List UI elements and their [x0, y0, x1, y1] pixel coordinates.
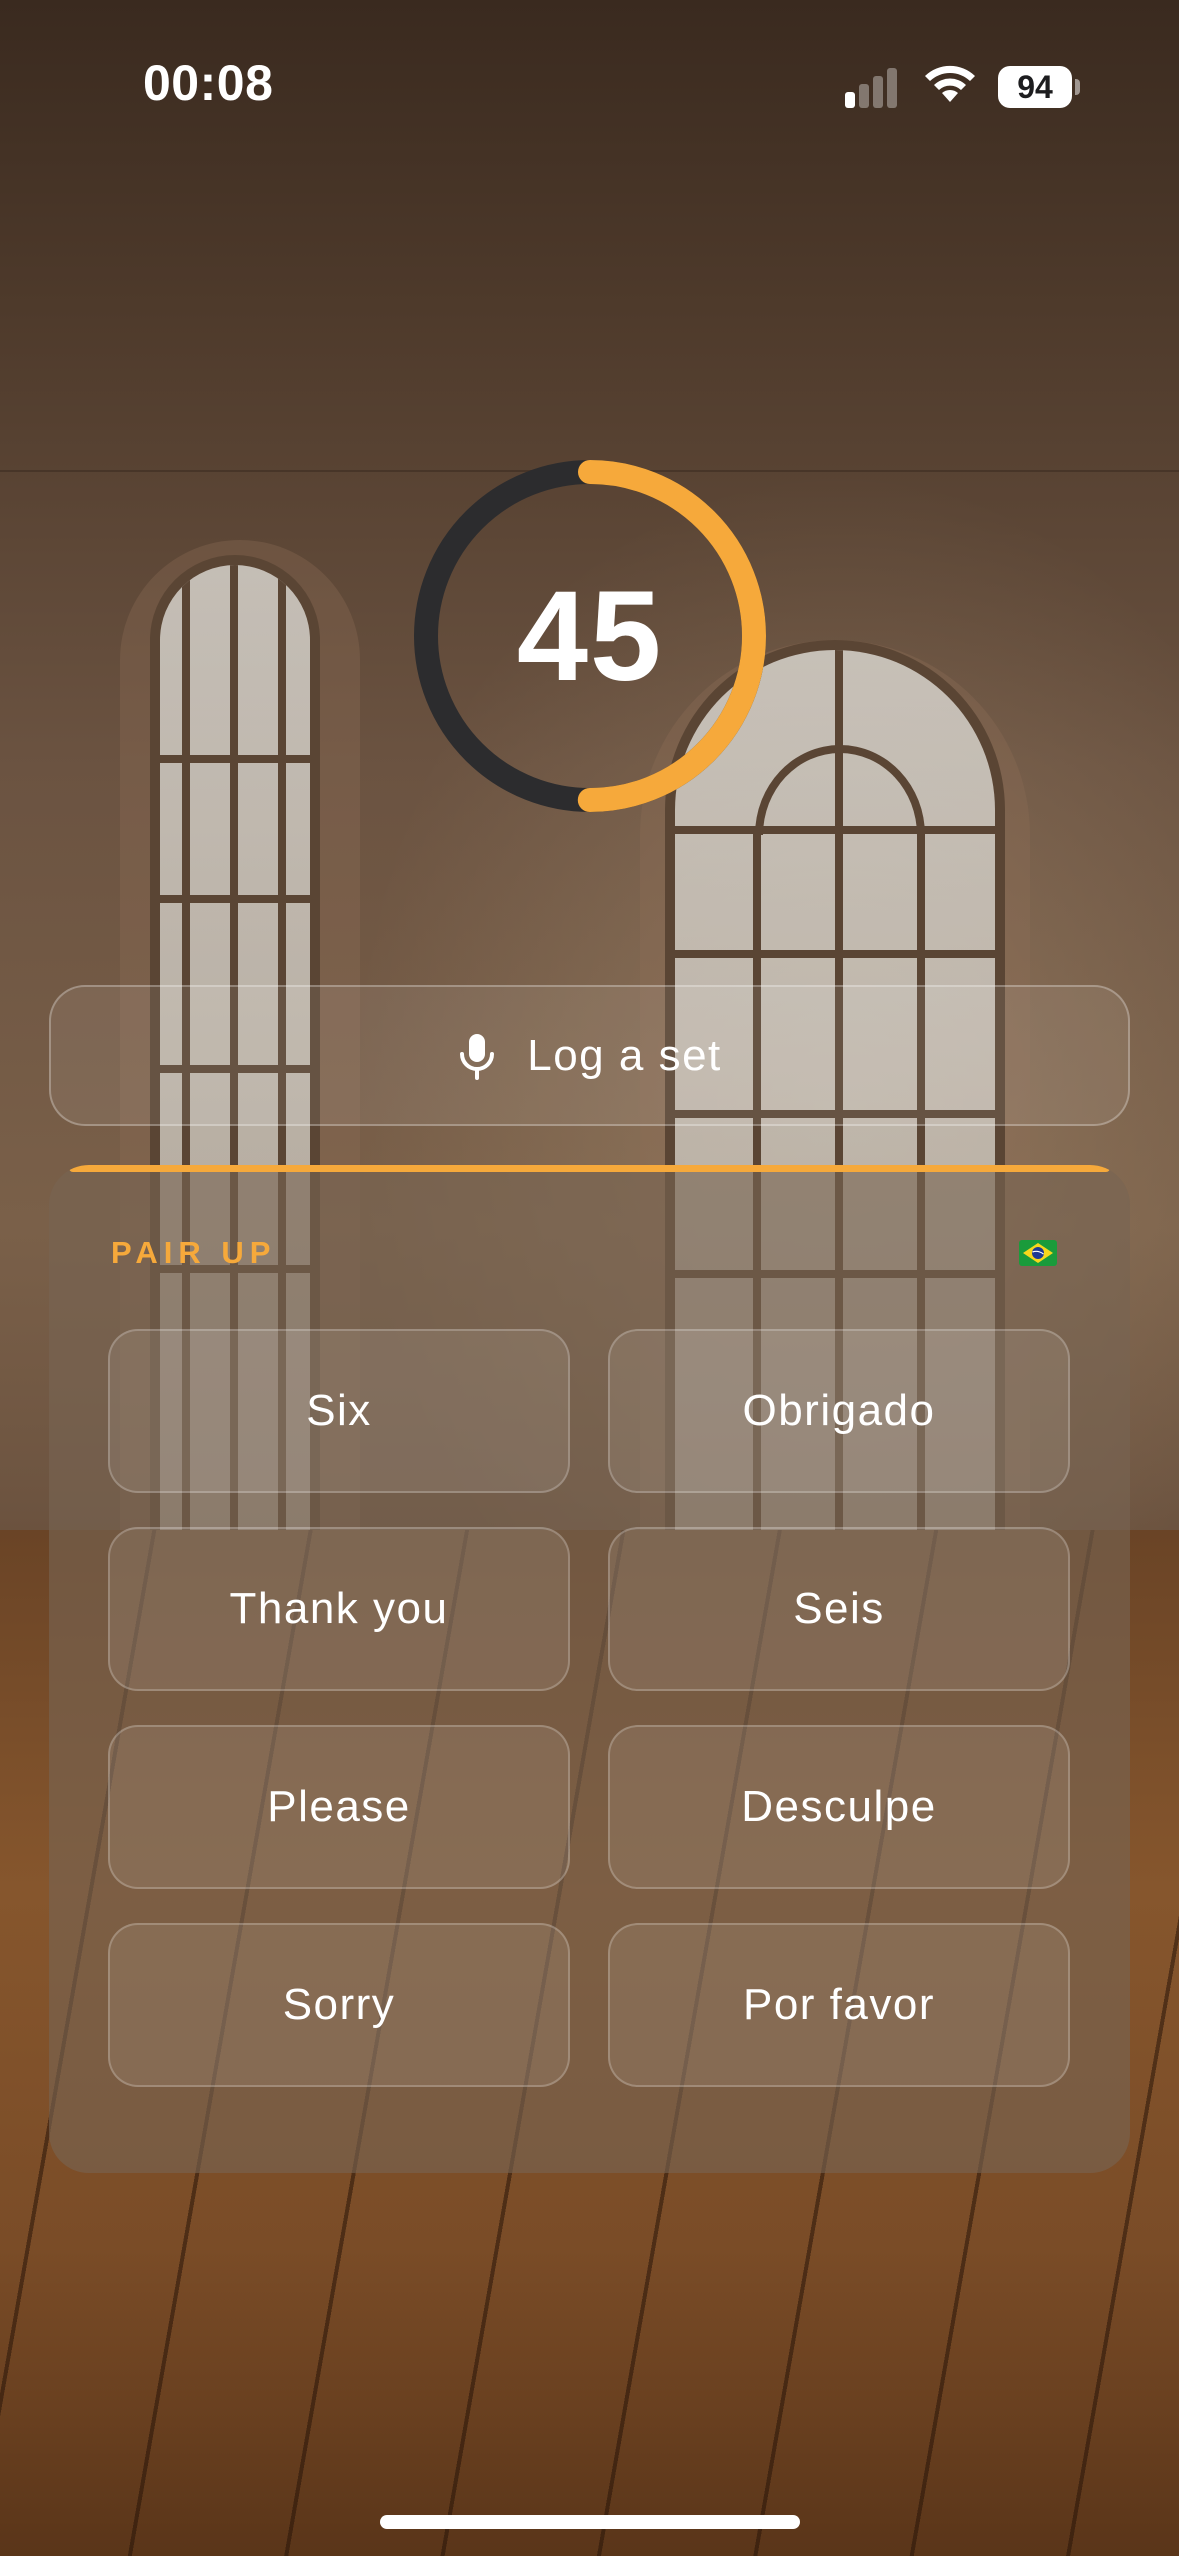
battery-icon: 94 — [998, 66, 1072, 108]
pair-up-card: PAIR UP Six Obrigado Thank you Seis Plea… — [49, 1165, 1130, 2173]
word-button[interactable]: Thank you — [108, 1527, 570, 1691]
word-button[interactable]: Por favor — [608, 1923, 1070, 2087]
pair-up-title: PAIR UP — [111, 1235, 277, 1270]
timer-value: 45 — [516, 564, 664, 708]
brazil-flag-icon — [1019, 1240, 1057, 1266]
wifi-icon — [925, 65, 975, 102]
log-a-set-label: Log a set — [527, 1030, 722, 1080]
log-a-set-button[interactable]: Log a set — [49, 985, 1130, 1126]
word-button[interactable]: Seis — [608, 1527, 1070, 1691]
card-accent-bar — [69, 1165, 1110, 1172]
word-button[interactable]: Desculpe — [608, 1725, 1070, 1889]
word-grid: Six Obrigado Thank you Seis Please Descu… — [108, 1329, 1070, 2087]
status-bar-time: 00:08 — [143, 55, 274, 111]
countdown-timer: 45 — [410, 456, 770, 816]
word-button[interactable]: Please — [108, 1725, 570, 1889]
word-button[interactable]: Obrigado — [608, 1329, 1070, 1493]
cellular-signal-icon — [845, 66, 905, 108]
microphone-icon — [460, 1033, 495, 1080]
word-button[interactable]: Six — [108, 1329, 570, 1493]
word-button[interactable]: Sorry — [108, 1923, 570, 2087]
home-indicator[interactable] — [380, 2515, 800, 2529]
